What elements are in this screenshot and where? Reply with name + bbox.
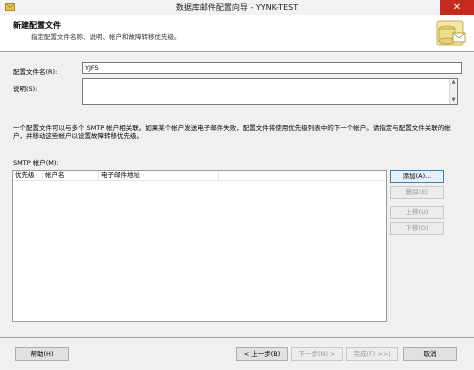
scroll-down-arrow-icon[interactable]: ▼ (451, 98, 456, 103)
profile-name-label: 配置文件名(R): (13, 68, 58, 76)
page-title: 新建配置文件 (13, 21, 61, 30)
database-mail-art-icon (425, 19, 467, 51)
add-account-button[interactable]: 添加(A)... (390, 170, 444, 183)
info-text: 一个配置文件可以与多个 SMTP 帐户相关联。如果某个帐户发送电子邮件失败，配置… (13, 124, 451, 140)
move-down-button[interactable]: 下移(O) (390, 222, 444, 235)
window-title: 数据库邮件配置向导 - YYNK-TEST (175, 3, 299, 12)
description-scrollbar[interactable]: ▲ ▼ (449, 79, 457, 104)
description-input[interactable] (82, 78, 458, 105)
column-header-account-name[interactable]: 帐户名 (43, 171, 99, 180)
delete-account-button[interactable]: 删除(E) (390, 186, 444, 199)
next-button[interactable]: 下一步(N) > (291, 347, 343, 361)
profile-name-input[interactable] (82, 62, 462, 74)
help-button[interactable]: 帮助(H) (15, 347, 69, 361)
column-header-email[interactable]: 电子邮件地址 (99, 171, 219, 180)
scroll-up-arrow-icon[interactable]: ▲ (451, 80, 456, 85)
close-button[interactable]: ✕ (440, 0, 474, 15)
grid-header: 优先级 帐户名 电子邮件地址 (13, 171, 385, 181)
column-header-priority[interactable]: 优先级 (13, 171, 43, 180)
smtp-accounts-label: SMTP 帐户(M): (13, 159, 59, 167)
back-button[interactable]: < 上一步(B) (236, 347, 288, 361)
finish-button[interactable]: 完成(F) >>| (346, 347, 398, 361)
description-label: 说明(S): (13, 85, 38, 93)
cancel-button[interactable]: 取消 (403, 347, 457, 361)
page-subtitle: 指定配置文件名称、说明、帐户和故障转移优先级。 (31, 33, 181, 41)
smtp-accounts-grid[interactable] (12, 170, 387, 322)
move-up-button[interactable]: 上移(U) (390, 206, 444, 219)
